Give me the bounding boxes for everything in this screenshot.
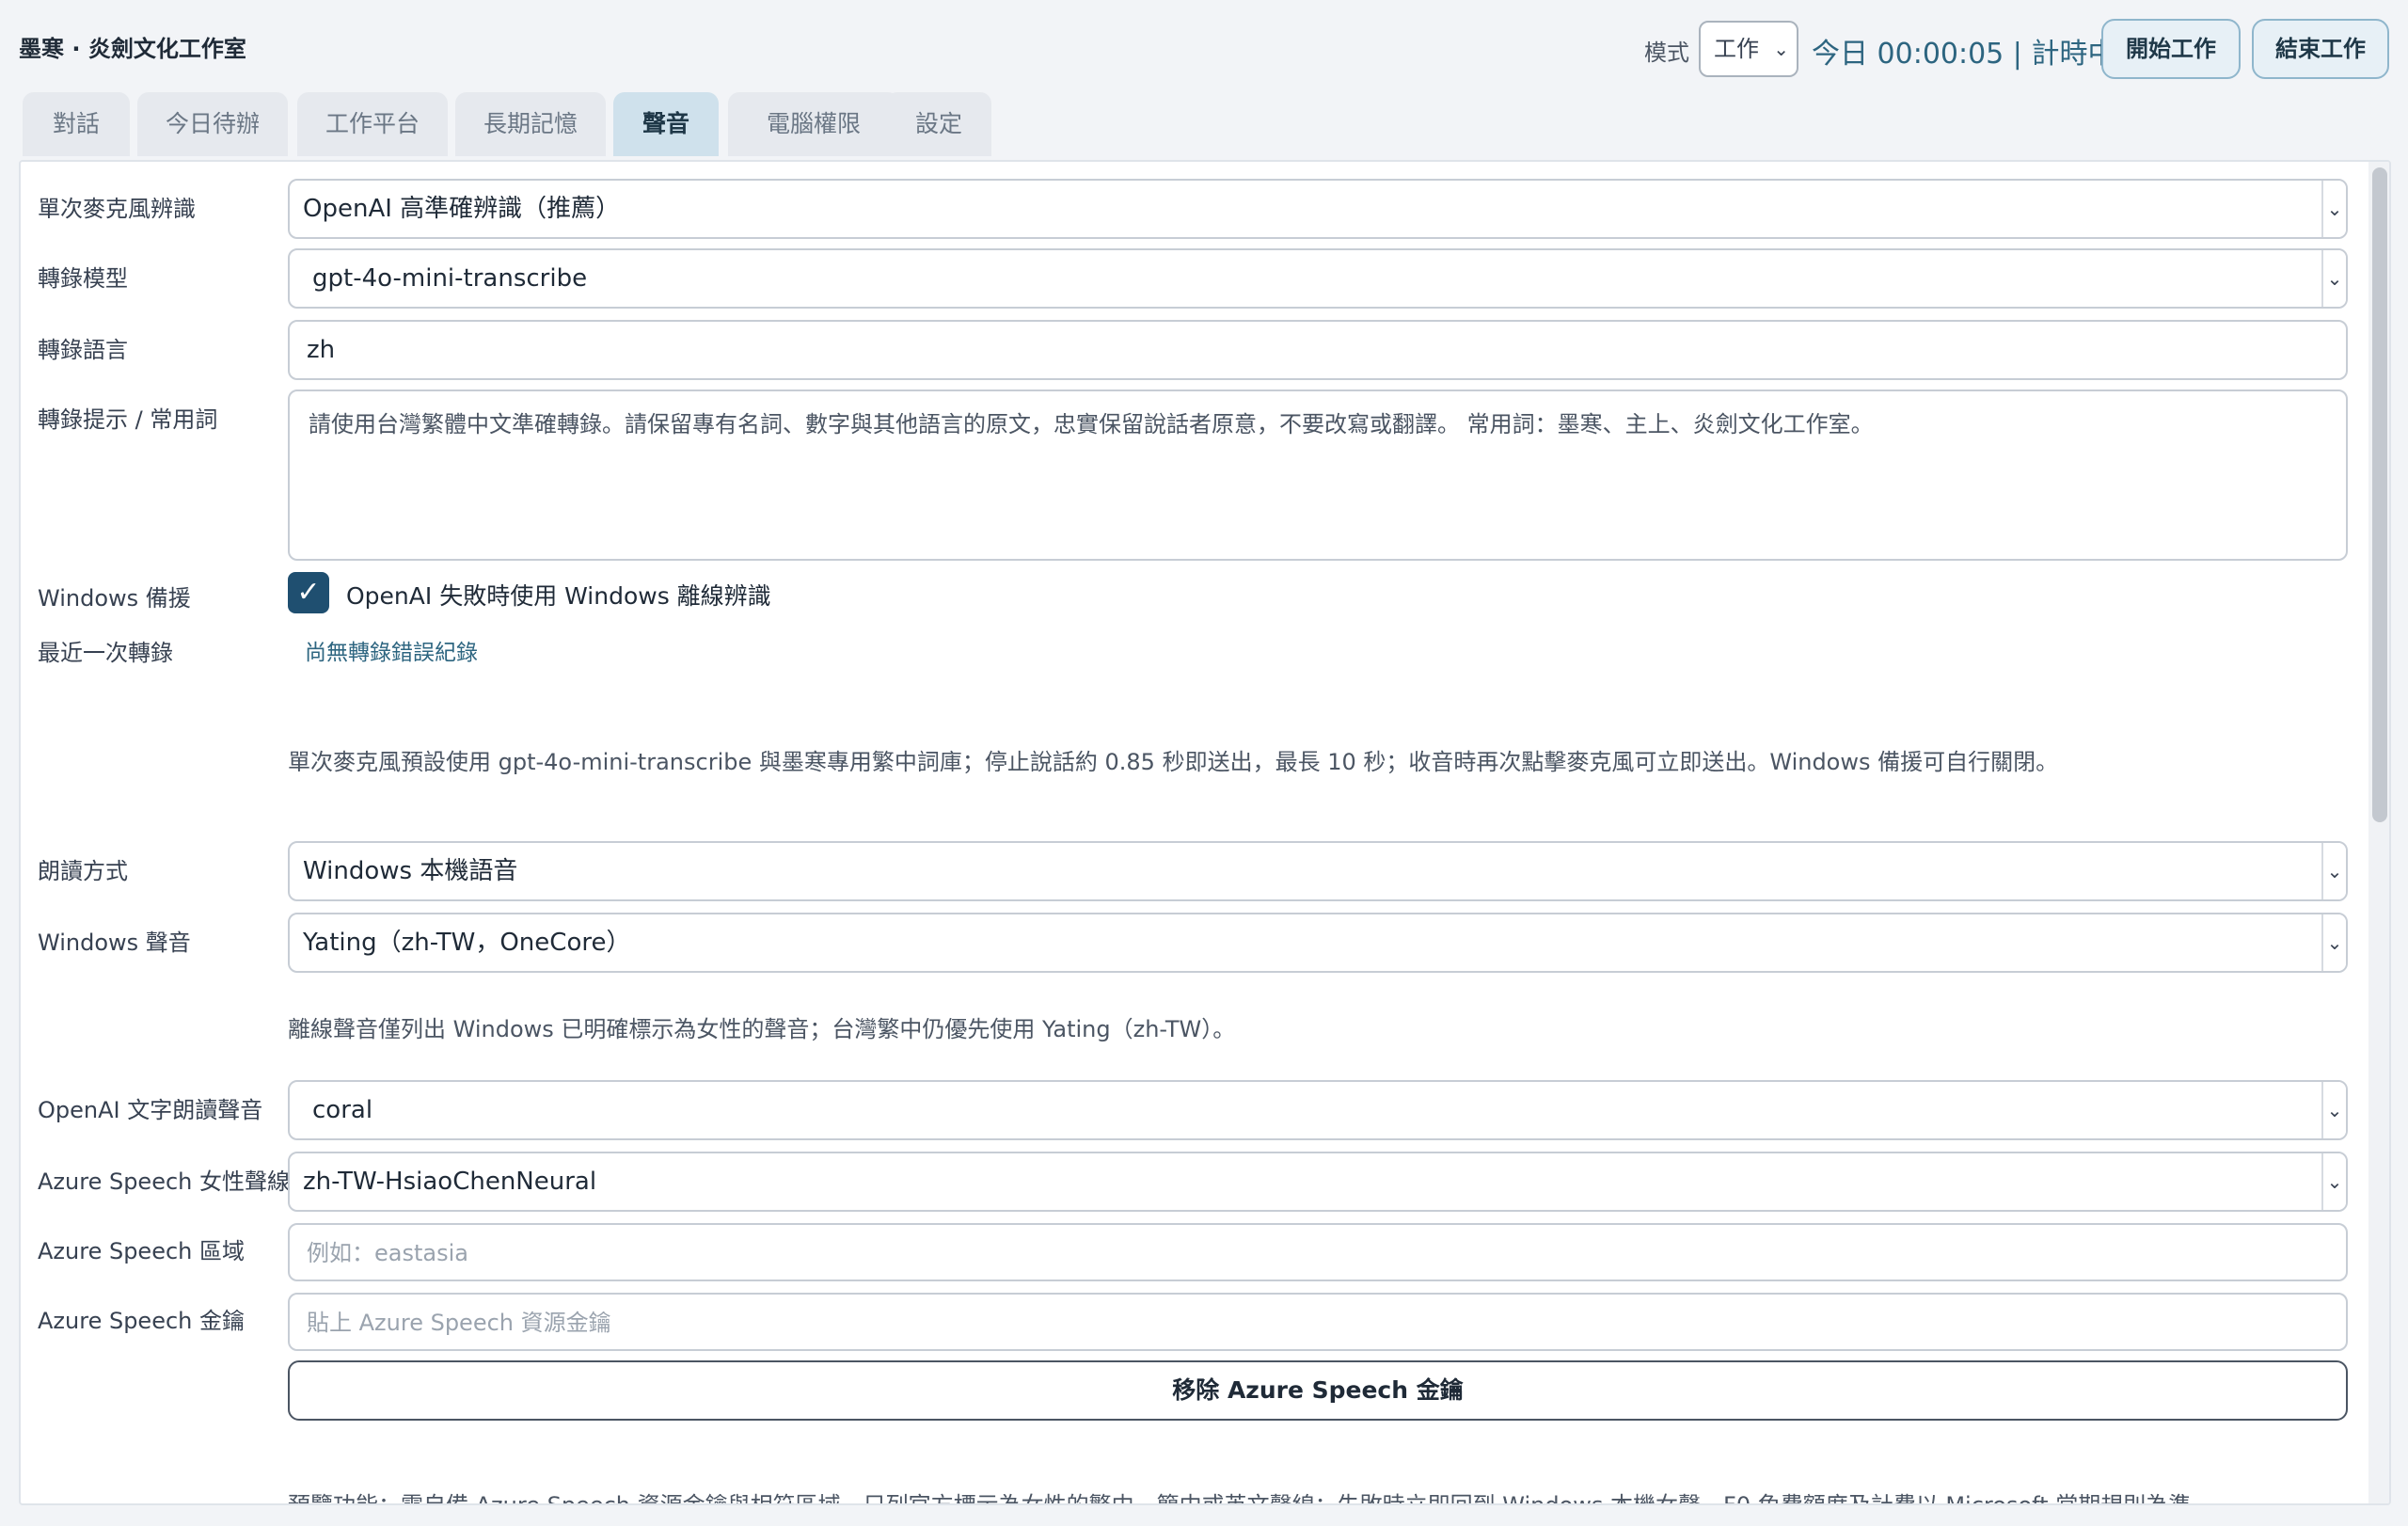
recent-transcription-label: 最近一次轉錄 <box>38 640 173 666</box>
openai-voice-select[interactable]: coral ⌄ <box>288 1080 2348 1140</box>
transcribe-model-value: gpt-4o-mini-transcribe <box>312 264 588 293</box>
mode-select[interactable]: 工作 ⌄ <box>1699 21 1798 77</box>
read-method-value: Windows 本機語音 <box>303 857 518 885</box>
mode-label: 模式 <box>1644 40 1689 66</box>
scrollbar-thumb[interactable] <box>2372 167 2387 822</box>
remove-azure-key-button[interactable]: 移除 Azure Speech 金鑰 <box>288 1360 2348 1421</box>
chevron-down-icon: ⌄ <box>2321 1082 2346 1138</box>
chevron-down-icon: ⌄ <box>2321 181 2346 237</box>
start-work-button[interactable]: 開始工作 <box>2101 19 2241 79</box>
azure-help-text: 預覽功能：需自備 Azure Speech 資源金鑰與相符區域。只列官方標示為女… <box>288 1492 2214 1505</box>
chevron-down-icon: ⌄ <box>2321 250 2346 307</box>
mic-help-text: 單次麥克風預設使用 gpt-4o-mini-transcribe 與墨寒專用繁中… <box>288 749 2059 775</box>
voice-settings-panel: 單次麥克風辨識 OpenAI 高準確辨識（推薦） ⌄ 轉錄模型 gpt-4o-m… <box>19 160 2391 1505</box>
azure-voice-label: Azure Speech 女性聲線 <box>38 1168 290 1195</box>
mic-recognition-value: OpenAI 高準確辨識（推薦） <box>303 195 621 223</box>
transcribe-language-input[interactable]: zh <box>288 320 2348 380</box>
windows-fallback-checkbox-label[interactable]: OpenAI 失敗時使用 Windows 離線辨識 <box>346 578 771 612</box>
recent-transcription-status: 尚無轉錄錯誤紀錄 <box>305 641 478 665</box>
tab-settings[interactable]: 設定 <box>886 92 991 156</box>
tab-long-term-memory[interactable]: 長期記憶 <box>455 92 606 156</box>
mic-recognition-select[interactable]: OpenAI 高準確辨識（推薦） ⌄ <box>288 179 2348 239</box>
transcribe-model-label: 轉錄模型 <box>38 265 128 292</box>
work-timer: 今日 00:00:05 | 計時中 <box>1812 38 2116 71</box>
windows-fallback-label: Windows 備援 <box>38 585 191 612</box>
chevron-down-icon: ⌄ <box>2321 843 2346 899</box>
top-bar: 墨寒 · 炎劍文化工作室 模式 工作 ⌄ 今日 00:00:05 | 計時中 開… <box>0 0 2408 94</box>
chevron-down-icon: ⌄ <box>1773 38 1789 60</box>
chevron-down-icon: ⌄ <box>2321 1153 2346 1210</box>
azure-voice-value: zh-TW-HsiaoChenNeural <box>303 1168 597 1196</box>
tab-today-todo[interactable]: 今日待辦 <box>137 92 288 156</box>
chevron-down-icon: ⌄ <box>2321 914 2346 971</box>
end-work-button[interactable]: 結束工作 <box>2252 19 2389 79</box>
azure-key-input[interactable]: 貼上 Azure Speech 資源金鑰 <box>288 1293 2348 1351</box>
mode-select-value: 工作 <box>1714 36 1759 62</box>
azure-region-input[interactable]: 例如：eastasia <box>288 1223 2348 1281</box>
windows-voice-help-text: 離線聲音僅列出 Windows 已明確標示為女性的聲音；台灣繁中仍優先使用 Ya… <box>288 1016 1236 1042</box>
check-icon: ✓ <box>296 576 321 609</box>
mic-recognition-label: 單次麥克風辨識 <box>38 196 196 222</box>
openai-voice-label: OpenAI 文字朗讀聲音 <box>38 1097 263 1123</box>
app-title: 墨寒 · 炎劍文化工作室 <box>19 36 246 62</box>
openai-voice-value: coral <box>312 1096 373 1124</box>
transcribe-prompt-label: 轉錄提示 / 常用詞 <box>38 406 218 433</box>
transcribe-language-label: 轉錄語言 <box>38 337 128 363</box>
tab-computer-permissions[interactable]: 電腦權限 <box>728 92 899 156</box>
windows-voice-value: Yating（zh-TW，OneCore） <box>303 929 631 957</box>
azure-key-label: Azure Speech 金鑰 <box>38 1308 245 1334</box>
panel-scrollbar[interactable] <box>2368 162 2389 1503</box>
azure-region-label: Azure Speech 區域 <box>38 1238 245 1264</box>
transcribe-prompt-textarea[interactable]: 請使用台灣繁體中文準確轉錄。請保留專有名詞、數字與其他語言的原文，忠實保留說話者… <box>288 389 2348 561</box>
read-method-label: 朗讀方式 <box>38 858 128 884</box>
transcribe-model-select[interactable]: gpt-4o-mini-transcribe ⌄ <box>288 248 2348 309</box>
tab-work-platform[interactable]: 工作平台 <box>297 92 448 156</box>
tab-voice[interactable]: 聲音 <box>613 92 719 156</box>
tab-chat[interactable]: 對話 <box>23 92 130 156</box>
azure-voice-select[interactable]: zh-TW-HsiaoChenNeural ⌄ <box>288 1152 2348 1212</box>
windows-voice-select[interactable]: Yating（zh-TW，OneCore） ⌄ <box>288 913 2348 973</box>
read-method-select[interactable]: Windows 本機語音 ⌄ <box>288 841 2348 901</box>
windows-fallback-checkbox[interactable]: ✓ <box>288 572 329 613</box>
windows-voice-label: Windows 聲音 <box>38 930 191 956</box>
